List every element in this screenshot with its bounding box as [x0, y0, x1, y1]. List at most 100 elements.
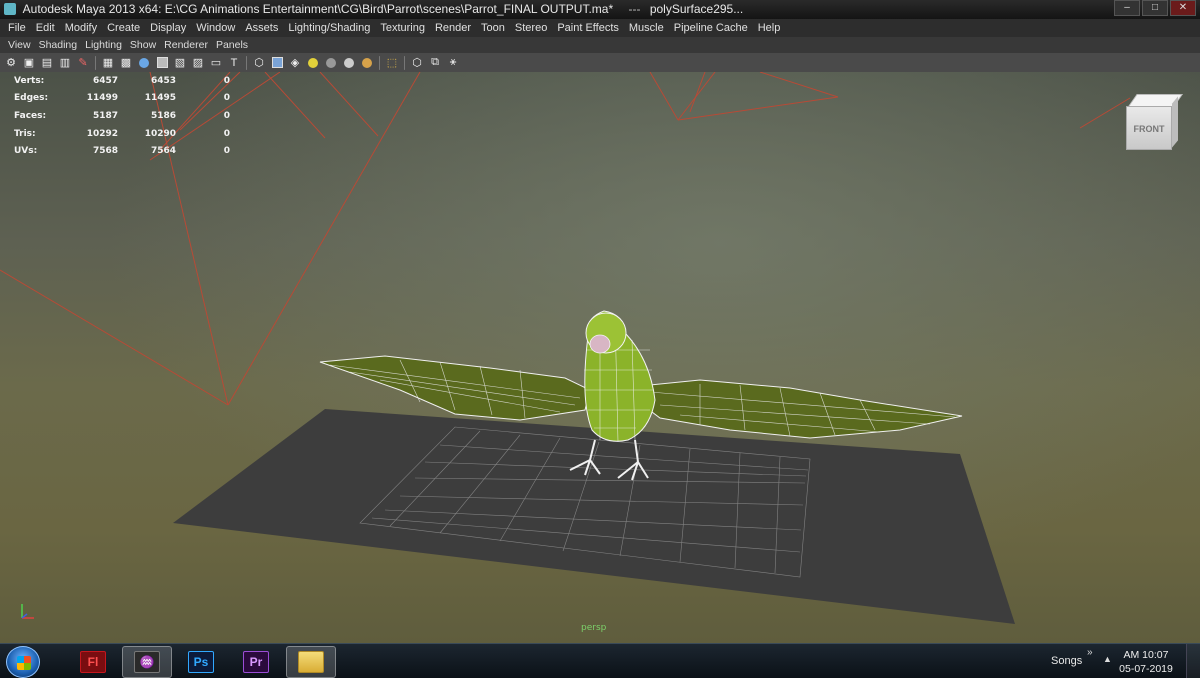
wireframe-icon[interactable]: ▩: [118, 55, 134, 71]
share-icon[interactable]: ⚹: [445, 55, 461, 71]
panel-menu-view[interactable]: View: [3, 37, 35, 53]
hud-value: 7564: [150, 146, 176, 157]
chevron-double-icon[interactable]: »: [1087, 647, 1093, 658]
toolbar-divider: [379, 55, 380, 70]
select-camera-icon[interactable]: ⬚: [384, 55, 400, 71]
shade-sphere-icon[interactable]: [341, 55, 357, 71]
image-plane-icon[interactable]: ▥: [57, 55, 73, 71]
close-button[interactable]: ✕: [1170, 0, 1196, 16]
tray-expand-icon[interactable]: ▲: [1103, 654, 1112, 664]
taskbar-maya[interactable]: ♒: [122, 646, 172, 678]
hud-value: 0: [223, 75, 230, 86]
menu-lighting-shading[interactable]: Lighting/Shading: [283, 19, 375, 37]
hud-label: UVs:: [14, 146, 38, 157]
hud-value: 6453: [150, 75, 176, 86]
window-title-bar: Autodesk Maya 2013 x64: E:\CG Animations…: [0, 0, 1200, 19]
maximize-button[interactable]: □: [1142, 0, 1168, 16]
axis-indicator: [21, 604, 34, 619]
taskbar-flash[interactable]: Fl: [68, 646, 118, 678]
maya-app-icon: [4, 3, 16, 15]
wireframe-on-shaded-icon[interactable]: ▧: [172, 55, 188, 71]
menu-file[interactable]: File: [3, 19, 31, 37]
isolate-select-icon[interactable]: [305, 55, 321, 71]
clock-time: AM 10:07: [1123, 649, 1169, 661]
menu-pipeline-cache[interactable]: Pipeline Cache: [669, 19, 753, 37]
selection-name: polySurface295...: [649, 2, 744, 16]
start-button[interactable]: [6, 646, 40, 678]
panel-menu-bar: View Shading Lighting Show Renderer Pane…: [0, 37, 1200, 53]
main-menu-bar: File Edit Modify Create Display Window A…: [0, 19, 1200, 37]
ambient-occlusion-icon[interactable]: [359, 55, 375, 71]
premiere-icon: Pr: [243, 651, 269, 673]
bookmark-icon[interactable]: ▤: [39, 55, 55, 71]
panel-toolbar: ⚙ ▣ ▤ ▥ ✎ ▦ ▩ ▧ ▨ ▭ T ⬡ ◈ ⬚ ⬡ ⧉ ⚹: [0, 53, 1200, 72]
default-light-icon[interactable]: T: [226, 55, 242, 71]
toolbar-divider: [246, 55, 247, 70]
songs-toolbar[interactable]: Songs: [1051, 655, 1082, 667]
view-cube[interactable]: FRONT: [1122, 94, 1183, 152]
hud-value: 11499: [86, 93, 118, 104]
camera-attr-icon[interactable]: ▣: [21, 55, 37, 71]
hud-value: 7568: [92, 146, 118, 157]
view-cube-side[interactable]: [1172, 96, 1178, 148]
menu-display[interactable]: Display: [145, 19, 191, 37]
panel-menu-shading[interactable]: Shading: [35, 37, 82, 53]
view-cube-front[interactable]: FRONT: [1126, 106, 1172, 150]
light-sphere-icon[interactable]: [323, 55, 339, 71]
toolbar-divider: [95, 55, 96, 70]
camera-move-icon[interactable]: ✎: [75, 55, 91, 71]
grid-toggle-icon[interactable]: ▦: [100, 55, 116, 71]
taskbar-explorer[interactable]: [286, 646, 336, 678]
camera-label: persp: [581, 623, 607, 633]
panel-menu-show[interactable]: Show: [126, 37, 160, 53]
taskbar-photoshop[interactable]: Ps: [176, 646, 226, 678]
cube-icon[interactable]: ⬡: [409, 55, 425, 71]
high-quality-icon[interactable]: ◈: [287, 55, 303, 71]
clock-date: 05-07-2019: [1119, 663, 1173, 675]
hud-label: Tris:: [14, 128, 36, 139]
menu-stereo[interactable]: Stereo: [510, 19, 552, 37]
menu-muscle[interactable]: Muscle: [624, 19, 669, 37]
flash-icon: Fl: [80, 651, 106, 673]
hud-value: 0: [223, 93, 230, 104]
photoshop-icon: Ps: [188, 651, 214, 673]
hud-label: Edges:: [14, 93, 49, 104]
hud-label: Verts:: [14, 75, 45, 86]
menu-create[interactable]: Create: [102, 19, 145, 37]
hud-value: 10290: [144, 128, 176, 139]
poly-count-hud: Verts: 6457 6453 0 Edges: 11499 11495 0 …: [14, 72, 230, 160]
taskbar-premiere[interactable]: Pr: [231, 646, 281, 678]
menu-modify[interactable]: Modify: [60, 19, 102, 37]
menu-assets[interactable]: Assets: [240, 19, 283, 37]
menu-texturing[interactable]: Texturing: [375, 19, 430, 37]
system-clock[interactable]: AM 10:07 05-07-2019: [1116, 648, 1176, 676]
windows-taskbar: Fl ♒ Ps Pr Songs » ▲ AM 10:07 05-07-2019: [0, 643, 1200, 678]
panel-menu-panels[interactable]: Panels: [212, 37, 252, 53]
all-lights-icon[interactable]: ⬡: [251, 55, 267, 71]
show-desktop-button[interactable]: [1186, 644, 1200, 678]
shade-all-icon[interactable]: [154, 55, 170, 71]
perspective-viewport[interactable]: Verts: 6457 6453 0 Edges: 11499 11495 0 …: [0, 72, 1200, 643]
hud-value: 10292: [86, 128, 118, 139]
panel-menu-renderer[interactable]: Renderer: [160, 37, 212, 53]
frame-all-icon[interactable]: ⧉: [427, 55, 443, 71]
menu-render[interactable]: Render: [430, 19, 476, 37]
menu-edit[interactable]: Edit: [31, 19, 60, 37]
camera-icon[interactable]: ⚙: [3, 55, 19, 71]
hud-row-edges: Edges: 11499 11495 0: [14, 90, 230, 108]
panel-menu-lighting[interactable]: Lighting: [81, 37, 126, 53]
folder-icon: [298, 651, 324, 673]
window-controls: – □ ✕: [1114, 0, 1196, 19]
smooth-shade-icon[interactable]: [136, 55, 152, 71]
menu-paint-effects[interactable]: Paint Effects: [552, 19, 624, 37]
hud-value: 11495: [144, 93, 176, 104]
texture-icon[interactable]: ▭: [208, 55, 224, 71]
minimize-button[interactable]: –: [1114, 0, 1140, 16]
menu-help[interactable]: Help: [753, 19, 786, 37]
hud-row-tris: Tris: 10292 10290 0: [14, 125, 230, 143]
menu-window[interactable]: Window: [191, 19, 240, 37]
xray-icon[interactable]: ▨: [190, 55, 206, 71]
hud-value: 5186: [150, 110, 176, 121]
shadow-icon[interactable]: [269, 55, 285, 71]
menu-toon[interactable]: Toon: [476, 19, 510, 37]
